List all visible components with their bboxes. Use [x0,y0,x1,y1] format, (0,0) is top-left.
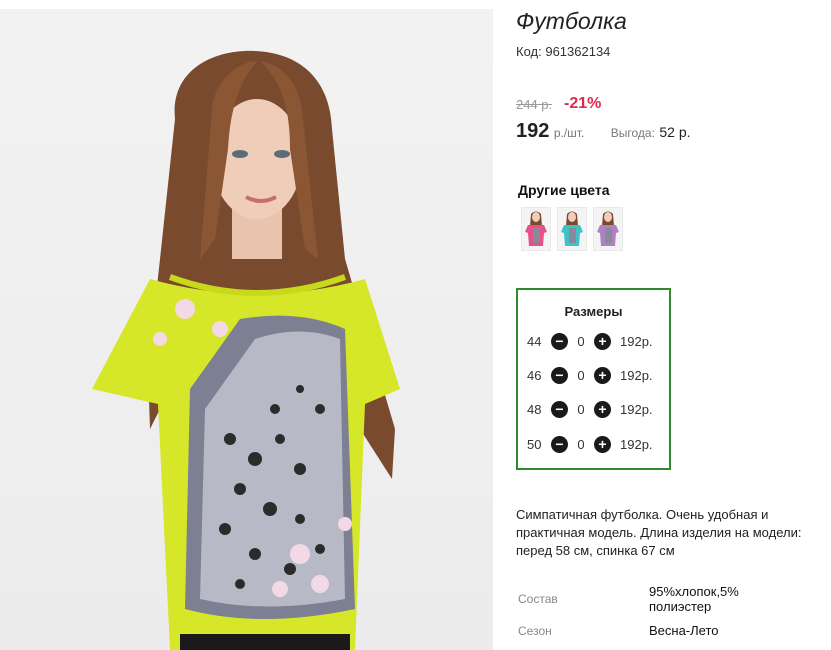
size-label: 48 [527,401,542,417]
quantity-value: 0 [577,401,585,417]
quantity-value: 0 [577,333,585,349]
other-colors-title: Другие цвета [518,182,610,198]
color-swatches [521,207,623,251]
model-illustration [92,50,400,650]
size-price: 192р. [620,367,653,383]
size-label: 44 [527,333,542,349]
spec-value: Весна-Лето [649,623,719,638]
minus-icon[interactable]: − [551,366,568,384]
discount-badge: -21% [564,95,602,112]
savings-value: 52 р. [659,124,691,140]
product-title: Футболка [516,8,627,34]
plus-icon[interactable]: + [594,435,611,453]
size-price: 192р. [620,436,653,452]
color-swatch-pink[interactable] [521,207,551,251]
savings-label: Выгода: [610,126,655,140]
product-code-value: 961362134 [545,44,611,59]
spec-value: 95%хлопок,5% полиэстер [649,584,739,614]
color-swatch-lilac[interactable] [593,207,623,251]
price-row: 192 р./шт. Выгода: 52 р. [516,120,691,143]
size-row: 46 − 0 + 192р. [527,365,653,385]
size-price: 192р. [620,401,653,417]
product-description: Симпатичная футболка. Очень удобная и пр… [516,507,802,558]
size-price: 192р. [620,333,653,349]
price-unit: р./шт. [553,126,585,140]
minus-icon[interactable]: − [551,435,568,453]
plus-icon[interactable]: + [594,400,611,418]
plus-icon[interactable]: + [594,332,611,350]
product-code: Код: 961362134 [516,44,610,59]
swatch-thumbnail [561,211,583,246]
size-row: 50 − 0 + 192р. [527,434,653,454]
color-swatch-turquoise[interactable] [557,207,587,251]
swatch-thumbnail [525,211,547,246]
old-price: 244 р. [516,97,553,112]
swatch-thumbnail [597,211,619,246]
size-row: 48 − 0 + 192р. [527,399,653,419]
size-row: 44 − 0 + 192р. [527,331,653,351]
size-label: 46 [527,367,542,383]
quantity-value: 0 [577,367,585,383]
spec-label: Состав [518,592,558,606]
sizes-title: Размеры [564,304,623,319]
minus-icon[interactable]: − [551,400,568,418]
product-code-label: Код: [516,44,542,59]
spec-label: Сезон [518,624,552,638]
product-photo[interactable] [0,9,493,650]
sizes-panel: Размеры 44 − 0 + 192р. 46 − 0 + 192р. 48… [516,288,671,470]
size-label: 50 [527,436,542,452]
plus-icon[interactable]: + [594,366,611,384]
current-price: 192 [516,120,550,142]
quantity-value: 0 [577,436,585,452]
minus-icon[interactable]: − [551,332,568,350]
